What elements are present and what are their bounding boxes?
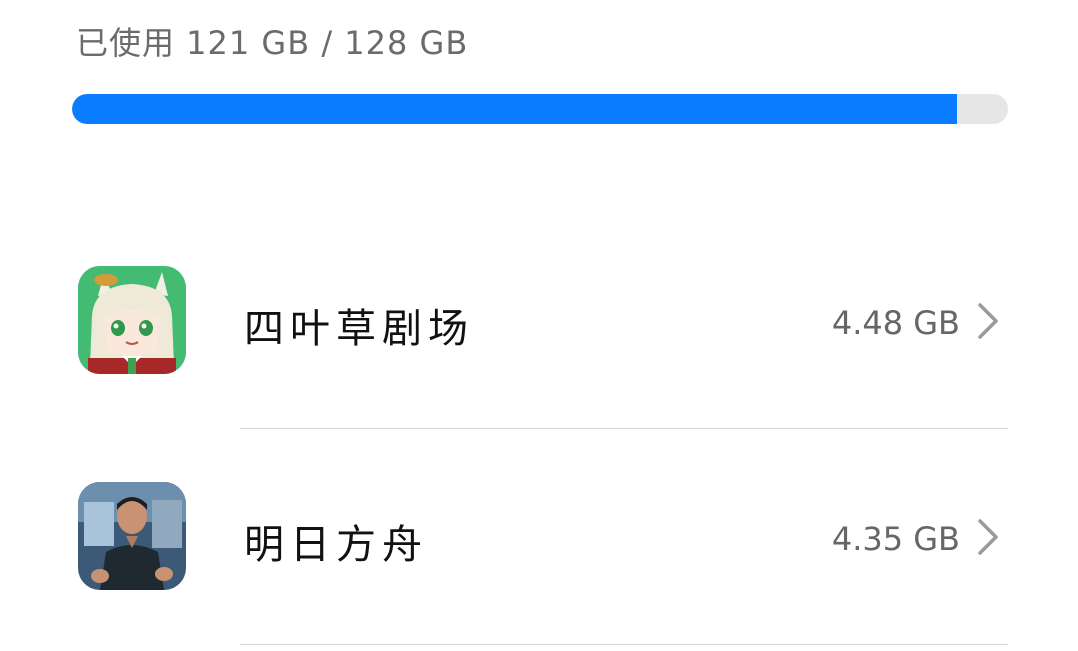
storage-progress-bar xyxy=(72,94,1008,124)
list-divider xyxy=(240,428,1008,429)
app-size: 4.48 GB xyxy=(831,304,960,342)
storage-page: 已使用 121 GB / 128 GB 四叶草剧场 4.48 GB 明日方舟 4… xyxy=(0,0,1078,651)
app-row-mingrifangzhou[interactable]: 明日方舟 4.35 GB xyxy=(0,436,1078,636)
app-row-sitsaocao[interactable]: 四叶草剧场 4.48 GB xyxy=(0,220,1078,420)
app-name: 四叶草剧场 xyxy=(244,306,474,352)
list-divider xyxy=(240,644,1008,645)
chevron-right-icon xyxy=(978,519,998,555)
person-photo-app-icon xyxy=(78,482,186,590)
storage-usage-label: 已使用 121 GB / 128 GB xyxy=(76,24,469,62)
app-size: 4.35 GB xyxy=(831,520,960,558)
chevron-right-icon xyxy=(978,303,998,339)
anime-character-app-icon xyxy=(78,266,186,374)
app-name: 明日方舟 xyxy=(244,522,428,568)
storage-progress-fill xyxy=(72,94,957,124)
